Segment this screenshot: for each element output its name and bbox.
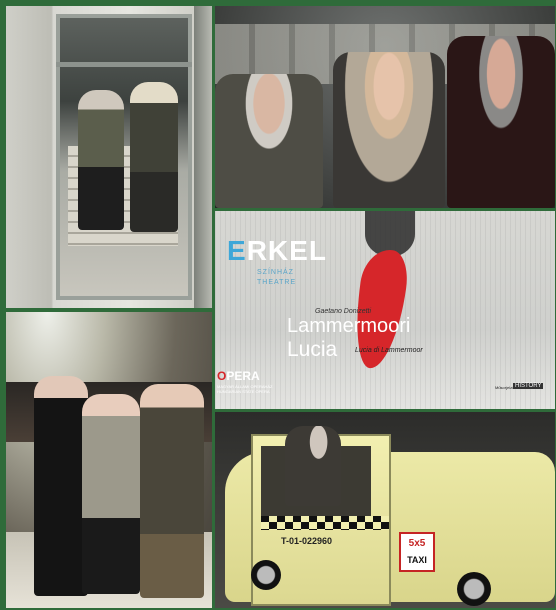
checker-stripe-lower: [261, 522, 389, 529]
photo-taxi: T-01-022960 5x5 TAXI: [215, 412, 555, 608]
venue-line1: SZÍNHÁZ: [257, 269, 294, 276]
opera-subtitle: MAGYAR ÁLLAMI OPERAHÁZ HUNGARIAN STATE O…: [217, 384, 273, 394]
opera-logo: OPERA: [217, 369, 260, 383]
woman-right-patterned: [140, 384, 204, 598]
taxi-front-wheel: [251, 560, 281, 590]
photo-opera-poster: ERKEL SZÍNHÁZ THEATRE Gaetano Donizetti …: [215, 211, 555, 409]
composer: Gaetano Donizetti: [315, 308, 372, 315]
title-line2: Lucia: [287, 338, 338, 361]
taxi-rear-wheel: [457, 572, 491, 606]
subtitle: Lucia di Lammermoor: [355, 347, 423, 354]
sponsor-label: Műsorjelző: [495, 385, 515, 390]
taxi-sign: 5x5 TAXI: [399, 532, 435, 572]
photo-lobby: [6, 312, 212, 608]
taxi-sign-number: 5x5: [408, 538, 426, 549]
door-rail: [56, 62, 192, 67]
title-line1: Lammermoori: [287, 315, 411, 337]
photo-theatre-seats: [215, 6, 555, 208]
woman-left-seated: [215, 74, 323, 208]
woman-right: [130, 82, 178, 232]
photo-glass-door: [6, 6, 212, 308]
venue-line2: THEATRE: [257, 279, 297, 286]
woman-left-black: [34, 376, 88, 596]
woman-center-grey: [82, 394, 140, 594]
woman-right-seated: [447, 36, 555, 208]
door-jamb: [194, 6, 212, 308]
woman-center-seated: [333, 52, 445, 208]
woman-entering-taxi: [285, 426, 341, 506]
taxi-plate: T-01-022960: [281, 536, 333, 546]
woman-left: [78, 90, 124, 230]
erkel-logo: ERKEL: [227, 235, 327, 266]
taxi-sign-word: TAXI: [407, 555, 427, 565]
history-logo: HISTORY: [513, 383, 544, 389]
